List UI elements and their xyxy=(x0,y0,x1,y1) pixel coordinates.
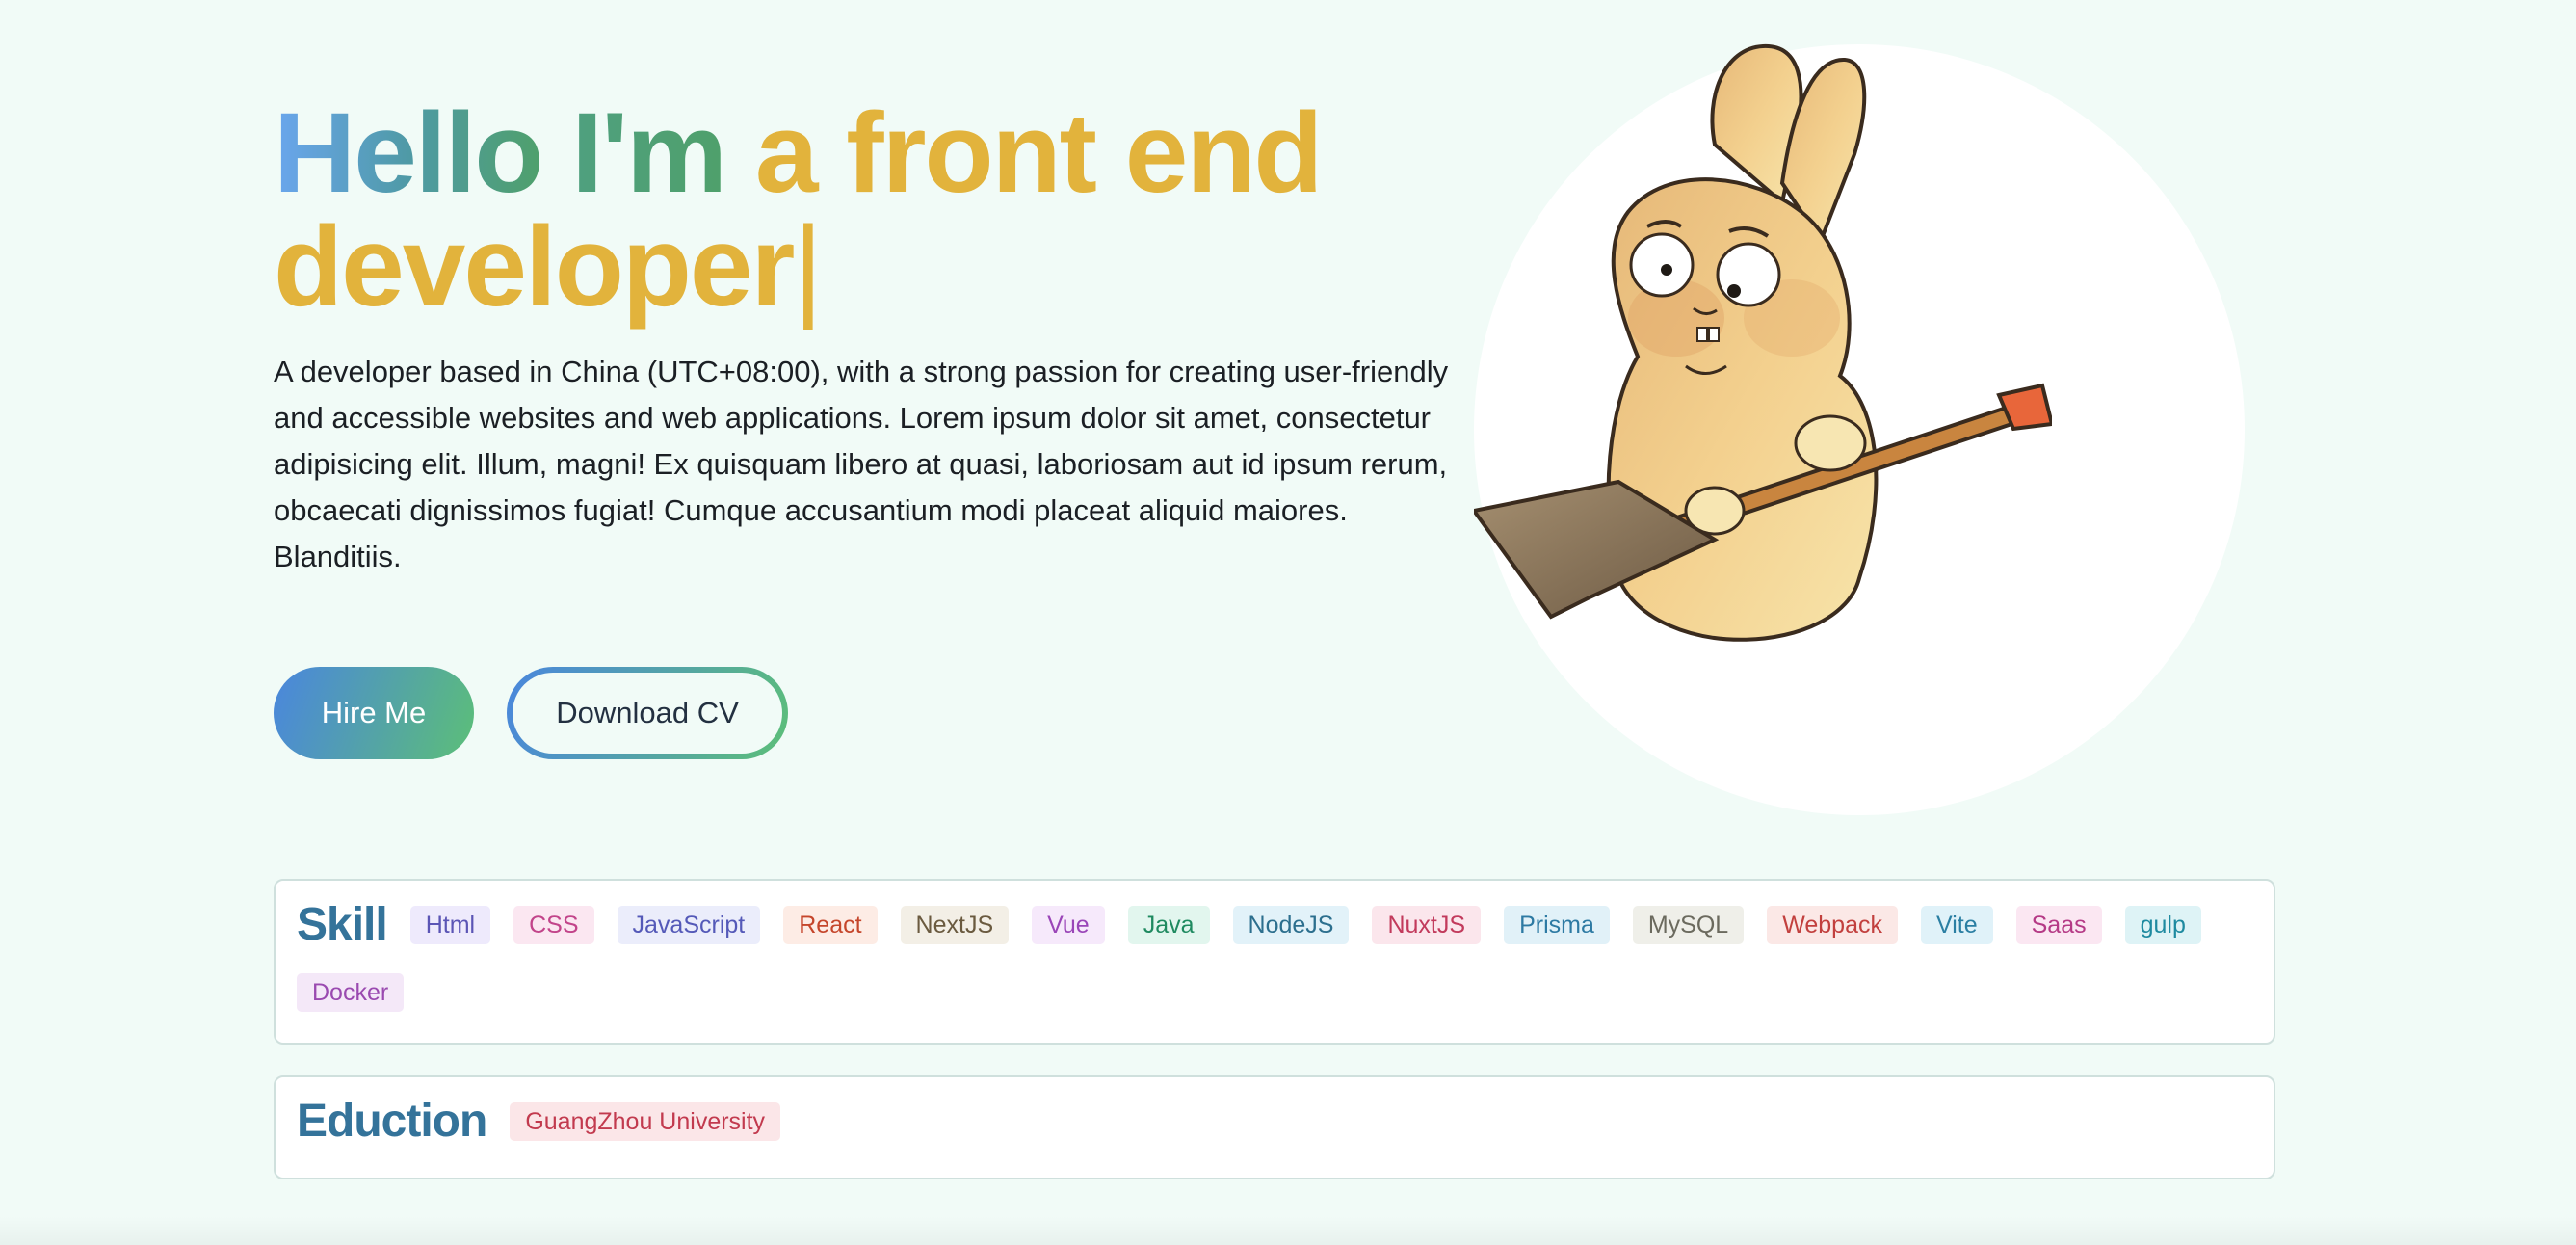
skill-tag: NuxtJS xyxy=(1372,906,1482,944)
download-cv-button[interactable]: Download CV xyxy=(513,673,782,754)
typing-cursor: | xyxy=(793,203,823,331)
hero-headline: Hello I'm a front end developer| xyxy=(274,96,1487,324)
education-list: Eduction GuangZhou University xyxy=(297,1095,2252,1149)
skill-tag: JavaScript xyxy=(617,906,761,944)
skill-tag: Docker xyxy=(297,973,405,1012)
skill-card: Skill Html CSS JavaScript React NextJS Vue Jav… xyxy=(274,879,2275,1045)
skill-tag: React xyxy=(783,906,878,944)
skill-tag: Saas xyxy=(2015,906,2102,944)
hire-me-button[interactable]: Hire Me xyxy=(274,667,474,759)
skill-tag: NextJS xyxy=(900,906,1010,944)
skill-tag: MySQL xyxy=(1632,906,1745,944)
hero-section: Hello I'm a front end developer| A develo… xyxy=(274,96,1487,580)
rabbit-with-shovel-icon xyxy=(1474,43,2052,642)
skill-tag: Java xyxy=(1127,906,1210,944)
headline-im: I'm xyxy=(571,90,727,217)
education-card: Eduction GuangZhou University xyxy=(274,1075,2275,1179)
portfolio-page: Hello I'm a front end developer| A develo… xyxy=(0,0,2576,1245)
skill-tag: Vite xyxy=(1920,906,1993,944)
hero-intro: A developer based in China (UTC+08:00), … xyxy=(274,355,1449,573)
headline-developer: developer xyxy=(274,203,795,331)
education-title: Eduction xyxy=(297,1096,487,1147)
skill-tag: Prisma xyxy=(1504,906,1610,944)
education-tag: GuangZhou University xyxy=(510,1102,781,1141)
hero-actions: Hire Me Download CV xyxy=(274,667,788,759)
download-cv-button-border: Download CV xyxy=(507,667,788,759)
skill-list: Skill Html CSS JavaScript React NextJS Vue Jav… xyxy=(297,898,2252,1012)
skill-tag: Vue xyxy=(1032,906,1105,944)
footer-shadow xyxy=(0,1216,2576,1245)
skill-tag: gulp xyxy=(2124,906,2201,944)
skill-tag: CSS xyxy=(513,906,594,944)
headline-hello: Hello xyxy=(274,90,543,217)
skill-title: Skill xyxy=(297,899,388,950)
skill-tag: NodeJS xyxy=(1232,906,1350,944)
headline-role: a front end xyxy=(754,90,1324,217)
skill-tag: Html xyxy=(409,906,491,944)
skill-tag: Webpack xyxy=(1767,906,1898,944)
